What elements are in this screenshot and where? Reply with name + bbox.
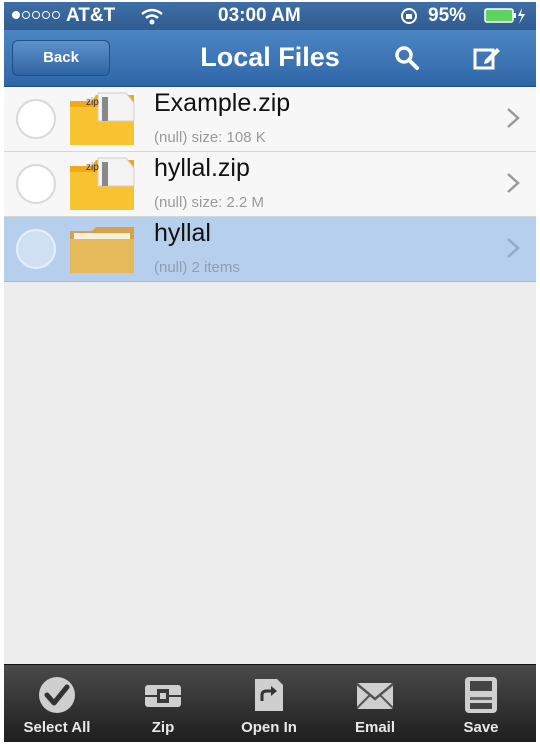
email-label: Email bbox=[354, 719, 396, 736]
chevron-right-icon bbox=[507, 238, 520, 258]
status-bar: AT&T 03:00 AM 95% bbox=[4, 2, 536, 30]
search-icon[interactable] bbox=[392, 43, 422, 73]
zip-file-icon: zip bbox=[70, 92, 135, 145]
compose-icon[interactable] bbox=[472, 43, 502, 73]
save-button[interactable]: Save bbox=[428, 665, 534, 742]
rotation-lock-icon bbox=[401, 8, 417, 24]
file-name: hyllal.zip bbox=[154, 154, 250, 182]
signal-strength-icon bbox=[12, 11, 60, 19]
select-all-button[interactable]: Select All bbox=[4, 665, 110, 742]
file-row[interactable]: zip Example.zip (null) size: 108 K bbox=[4, 87, 536, 152]
file-row[interactable]: hyllal (null) 2 items bbox=[4, 217, 536, 282]
envelope-icon bbox=[356, 683, 394, 709]
folder-icon bbox=[70, 227, 134, 273]
open-in-label: Open In bbox=[241, 719, 297, 736]
battery-percent: 95% bbox=[428, 5, 467, 26]
chevron-right-icon bbox=[507, 108, 520, 128]
email-button[interactable]: Email bbox=[322, 665, 428, 742]
file-list: zip Example.zip (null) size: 108 K zip h… bbox=[4, 87, 536, 282]
file-name: Example.zip bbox=[154, 89, 291, 117]
carrier-label: AT&T bbox=[66, 5, 116, 26]
app-frame: AT&T 03:00 AM 95% Back Local Files zip E… bbox=[4, 2, 536, 742]
file-meta: (null) size: 2.2 M bbox=[154, 194, 265, 211]
chevron-right-icon bbox=[507, 173, 520, 193]
page-title: Local Files bbox=[200, 42, 340, 72]
zip-label: Zip bbox=[151, 719, 175, 736]
file-meta: (null) size: 108 K bbox=[154, 129, 266, 146]
zip-button[interactable]: Zip bbox=[110, 665, 216, 742]
back-button[interactable]: Back bbox=[12, 40, 110, 76]
zip-icon-text: zip bbox=[86, 97, 99, 108]
select-radio[interactable] bbox=[16, 164, 56, 204]
file-row[interactable]: zip hyllal.zip (null) size: 2.2 M bbox=[4, 152, 536, 217]
select-all-label: Select All bbox=[23, 719, 91, 736]
wifi-icon bbox=[141, 8, 163, 25]
bottom-toolbar: Select All Zip Open In Email Save bbox=[4, 664, 536, 742]
zip-icon-text: zip bbox=[86, 162, 99, 173]
zip-file-icon: zip bbox=[70, 157, 135, 210]
zip-icon bbox=[145, 685, 181, 707]
navigation-bar: Back Local Files bbox=[4, 30, 536, 87]
open-in-button[interactable]: Open In bbox=[216, 665, 322, 742]
save-label: Save bbox=[463, 719, 499, 736]
checkmark-icon bbox=[39, 677, 75, 713]
save-icon bbox=[465, 677, 497, 713]
file-name: hyllal bbox=[154, 219, 211, 247]
select-radio[interactable] bbox=[16, 99, 56, 139]
file-meta: (null) 2 items bbox=[154, 259, 240, 276]
select-radio[interactable] bbox=[16, 229, 56, 269]
open-in-icon bbox=[255, 679, 283, 711]
battery-charging-icon bbox=[484, 8, 525, 24]
clock: 03:00 AM bbox=[218, 5, 301, 26]
